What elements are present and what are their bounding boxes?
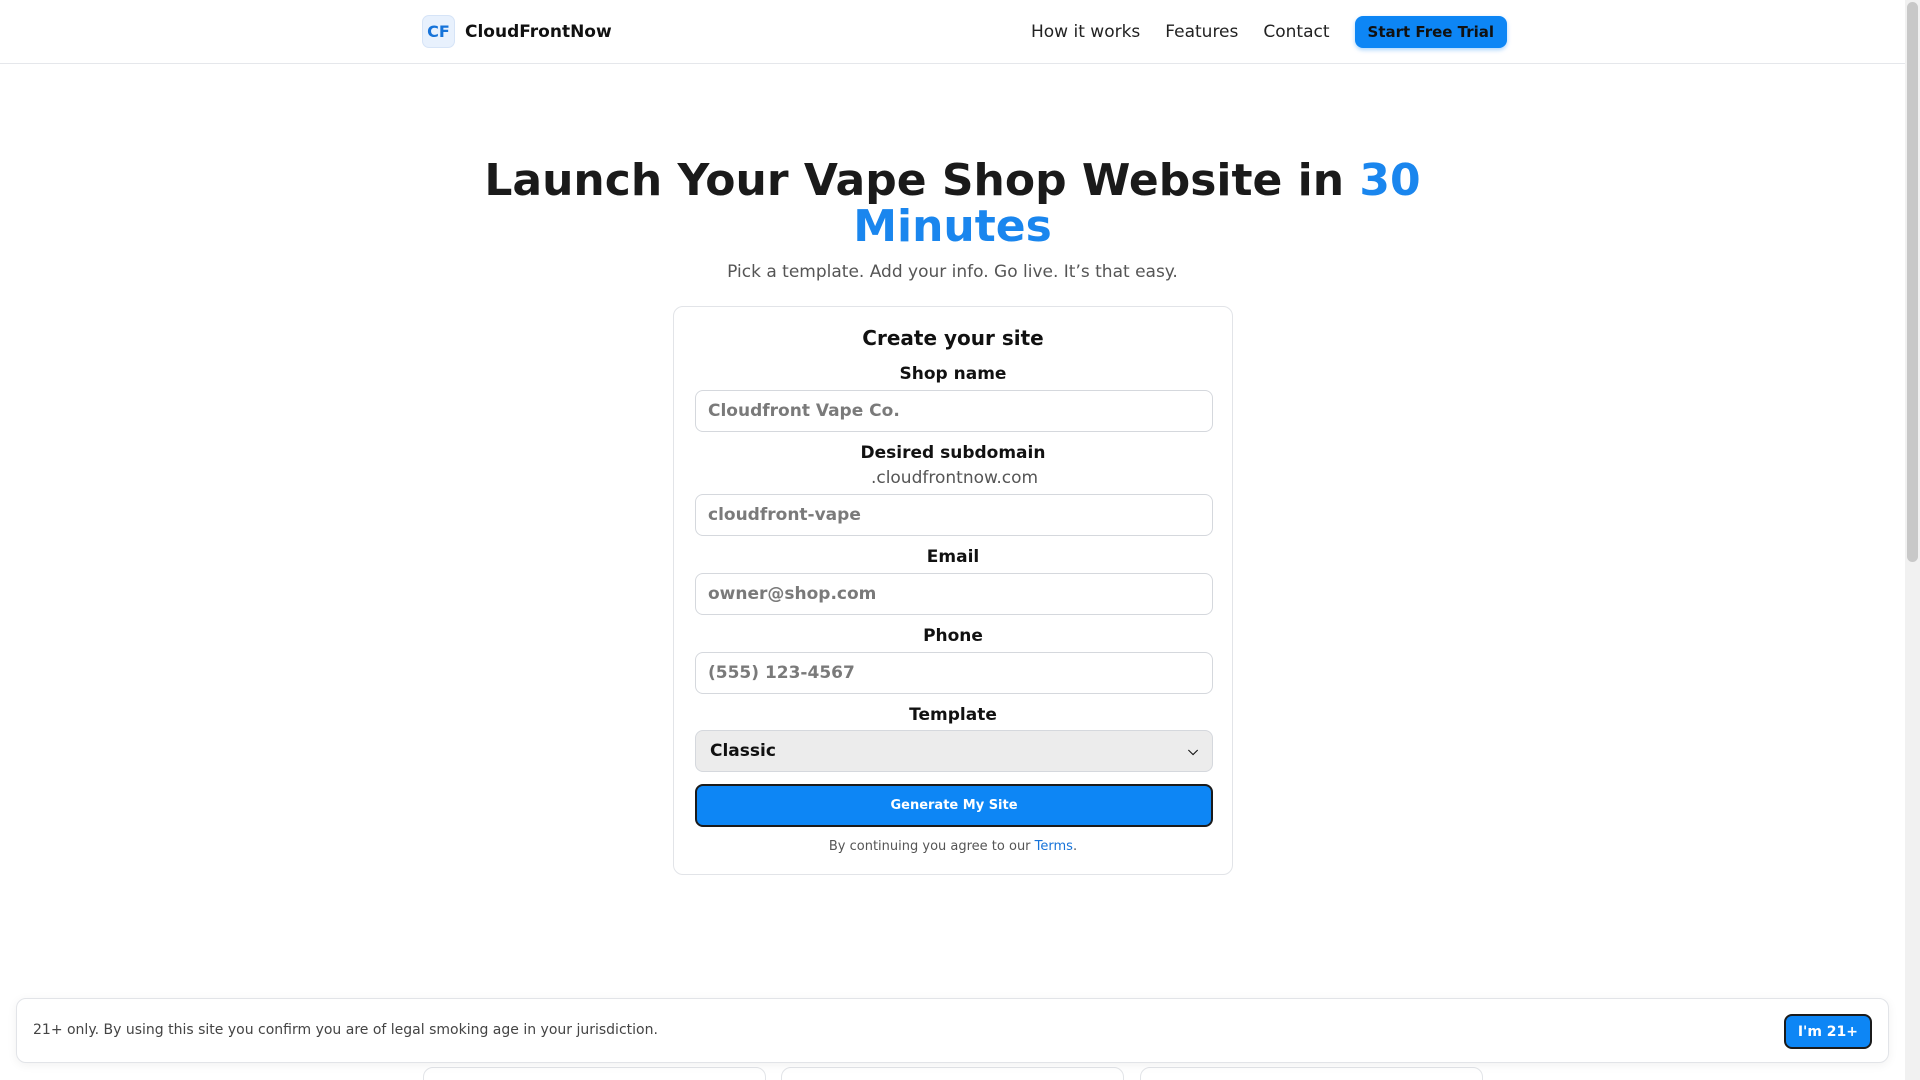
brand-name: CloudFrontNow bbox=[465, 21, 612, 42]
create-site-card: Create your site Shop name Desired subdo… bbox=[673, 306, 1233, 875]
nav-contact[interactable]: Contact bbox=[1263, 17, 1329, 47]
chevron-down-icon: ⌵ bbox=[1188, 743, 1198, 759]
brand[interactable]: CF CloudFrontNow bbox=[422, 15, 612, 48]
email-field[interactable] bbox=[695, 573, 1213, 615]
terms-prefix: By continuing you agree to our bbox=[828, 839, 1035, 854]
feature-card-1 bbox=[423, 1067, 766, 1080]
feature-card-2 bbox=[781, 1067, 1124, 1080]
terms-link[interactable]: Terms bbox=[1035, 839, 1073, 854]
feature-card-3 bbox=[1140, 1067, 1483, 1080]
generate-site-button[interactable]: Generate My Site bbox=[695, 784, 1213, 827]
terms-notice: By continuing you agree to our Terms. bbox=[674, 839, 1232, 854]
page-title: Launch Your Vape Shop Website in 30 Minu… bbox=[440, 158, 1465, 250]
nav-features[interactable]: Features bbox=[1165, 17, 1238, 47]
start-free-trial-button[interactable]: Start Free Trial bbox=[1354, 16, 1508, 48]
template-label: Template bbox=[909, 705, 997, 725]
main-nav: How it works Features Contact Start Free… bbox=[1031, 16, 1508, 48]
subdomain-input[interactable] bbox=[695, 494, 1213, 536]
subdomain-suffix: .cloudfrontnow.com bbox=[870, 468, 1039, 488]
page-scrollbar[interactable] bbox=[1905, 0, 1920, 1080]
terms-suffix: . bbox=[1072, 839, 1078, 854]
age-verification-banner: 21+ only. By using this site you confirm… bbox=[16, 998, 1889, 1063]
page-subtitle: Pick a template. Add your info. Go live.… bbox=[727, 262, 1178, 282]
scrollbar-thumb[interactable] bbox=[1907, 2, 1918, 562]
email-label: Email bbox=[926, 547, 980, 567]
phone-field[interactable] bbox=[695, 652, 1213, 694]
card-title: Create your site bbox=[862, 326, 1044, 350]
brand-logo-icon: CF bbox=[422, 15, 455, 48]
site-header: CF CloudFrontNow How it works Features C… bbox=[0, 0, 1905, 64]
template-selected-value: Classic bbox=[710, 741, 776, 761]
page-title-main: Launch Your Vape Shop Website in bbox=[484, 155, 1360, 206]
template-select[interactable]: Classic ⌵ bbox=[695, 730, 1213, 772]
subdomain-label: Desired subdomain bbox=[860, 443, 1046, 463]
shop-name-input[interactable] bbox=[695, 390, 1213, 432]
confirm-age-button[interactable]: I'm 21+ bbox=[1783, 1014, 1872, 1049]
age-notice-text: 21+ only. By using this site you confirm… bbox=[33, 1022, 658, 1038]
phone-label: Phone bbox=[923, 626, 983, 646]
nav-how-it-works[interactable]: How it works bbox=[1031, 17, 1140, 47]
shop-name-label: Shop name bbox=[899, 364, 1007, 384]
